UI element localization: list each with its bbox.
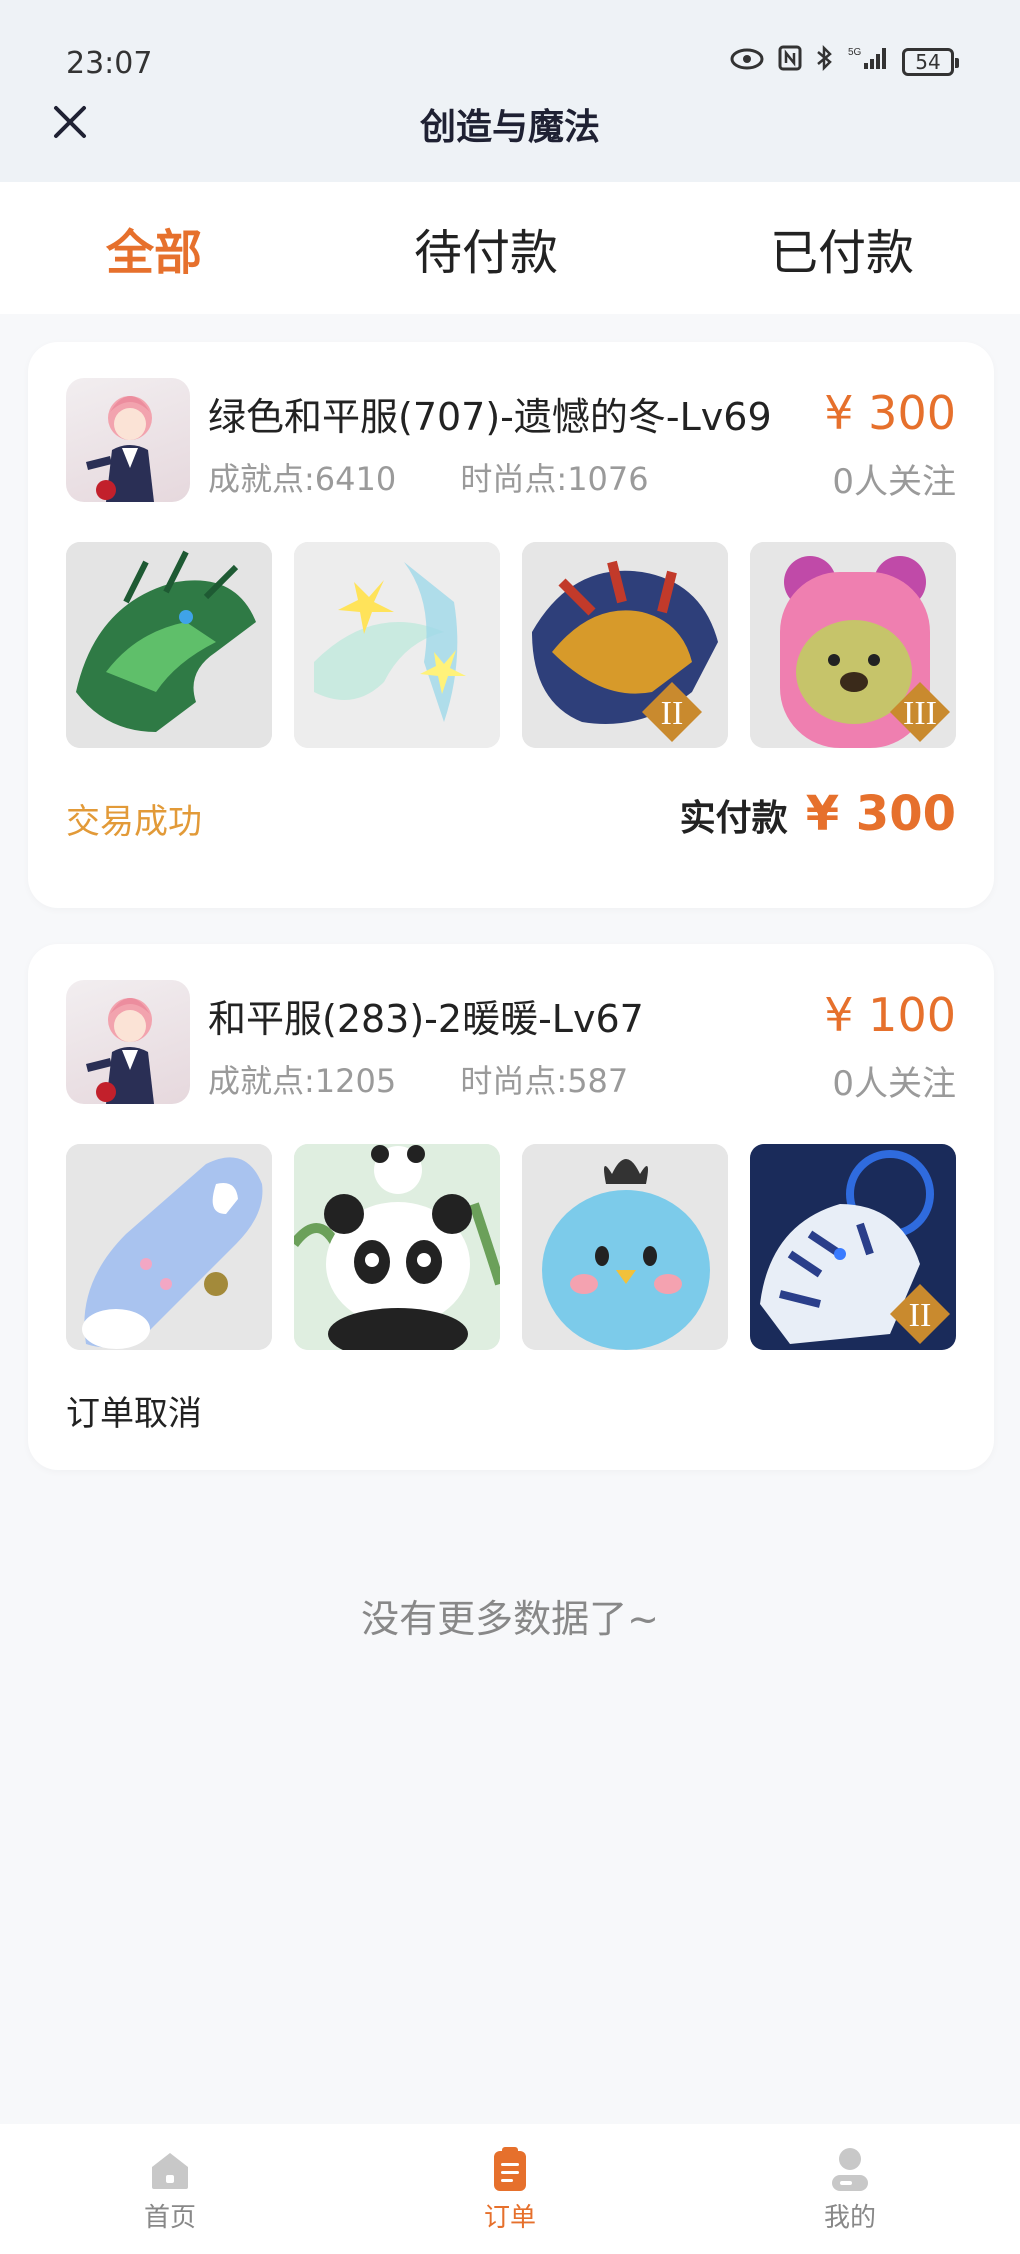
item-title: 和平服(283)-2暖暖-Lv67 — [208, 997, 644, 1041]
paid-amount: ¥ 300 — [805, 786, 956, 842]
character-avatar — [66, 378, 190, 502]
character-avatar — [66, 980, 190, 1104]
thumbnail-crystal-wings[interactable] — [294, 542, 500, 748]
bottom-nav: 首页 订单 我的 — [0, 2124, 1020, 2254]
rank-badge: II — [909, 1297, 932, 1334]
item-price: ¥ 300 — [824, 386, 956, 440]
nav-label: 首页 — [143, 2202, 196, 2233]
item-stats: 成就点:6410 时尚点:1076 — [208, 454, 649, 500]
signal-icon: 5G — [848, 45, 888, 78]
nav-item-home[interactable]: 首页 — [70, 2145, 270, 2234]
rank-badge: II — [661, 695, 684, 732]
paid-label: 实付款 — [679, 798, 788, 839]
status-icons: 5G 54 — [730, 44, 959, 79]
thumbnail-golden-dragon[interactable]: II — [522, 542, 728, 748]
network-label: 5G — [848, 47, 862, 58]
nav-label: 订单 — [483, 2202, 536, 2233]
eye-icon — [730, 47, 764, 77]
tab-paid[interactable]: 已付款 — [730, 213, 954, 283]
order-status: 订单取消 — [66, 1394, 202, 1434]
order-status: 交易成功 — [66, 802, 202, 842]
item-stats: 成就点:1205 时尚点:587 — [208, 1056, 628, 1102]
fashion-points: 时尚点:587 — [460, 1062, 629, 1100]
tab-pending-payment[interactable]: 待付款 — [374, 213, 598, 283]
item-thumbnails: II — [66, 1144, 956, 1350]
user-icon — [832, 2147, 868, 2191]
thumbnail-panda[interactable] — [294, 1144, 500, 1350]
thumbnail-blue-bird[interactable] — [522, 1144, 728, 1350]
nav-label: 我的 — [823, 2202, 876, 2233]
rank-badge: III — [903, 695, 937, 732]
tab-all[interactable]: 全部 — [66, 213, 242, 283]
nfc-icon — [778, 45, 802, 78]
thumbnail-pink-bear[interactable]: III — [750, 542, 956, 748]
order-tabs: 全部 待付款 已付款 — [0, 182, 1020, 314]
status-time: 23:07 — [66, 46, 153, 81]
nav-item-orders[interactable]: 订单 — [410, 2145, 610, 2234]
order-card[interactable]: 和平服(283)-2暖暖-Lv67 成就点:1205 时尚点:587 ¥ 100… — [28, 944, 994, 1470]
no-more-data: 没有更多数据了~ — [361, 1597, 659, 1641]
thumbnail-green-dragon[interactable] — [66, 542, 272, 748]
follower-count: 0人关注 — [832, 1064, 956, 1104]
item-title: 绿色和平服(707)-遗憾的冬-Lv69 — [208, 395, 772, 439]
header: 23:07 5G 54 创造与魔法 — [0, 0, 1020, 182]
order-card[interactable]: 绿色和平服(707)-遗憾的冬-Lv69 成就点:6410 时尚点:1076 ¥… — [28, 342, 994, 908]
battery-icon: 54 — [902, 47, 959, 76]
item-thumbnails: II III — [66, 542, 956, 748]
follower-count: 0人关注 — [832, 462, 956, 502]
bluetooth-icon — [816, 44, 834, 79]
thumbnail-skateboard[interactable] — [66, 1144, 272, 1350]
page-title: 创造与魔法 — [419, 107, 600, 148]
home-icon — [152, 2152, 188, 2189]
nav-item-profile[interactable]: 我的 — [750, 2145, 950, 2234]
item-price: ¥ 100 — [824, 988, 956, 1042]
achievement-points: 成就点:6410 — [208, 460, 397, 498]
fashion-points: 时尚点:1076 — [460, 460, 649, 498]
achievement-points: 成就点:1205 — [208, 1062, 397, 1100]
thumbnail-white-tiger[interactable]: II — [750, 1144, 956, 1350]
paid-summary: 实付款 ¥ 300 — [680, 786, 956, 842]
order-icon — [494, 2146, 526, 2191]
